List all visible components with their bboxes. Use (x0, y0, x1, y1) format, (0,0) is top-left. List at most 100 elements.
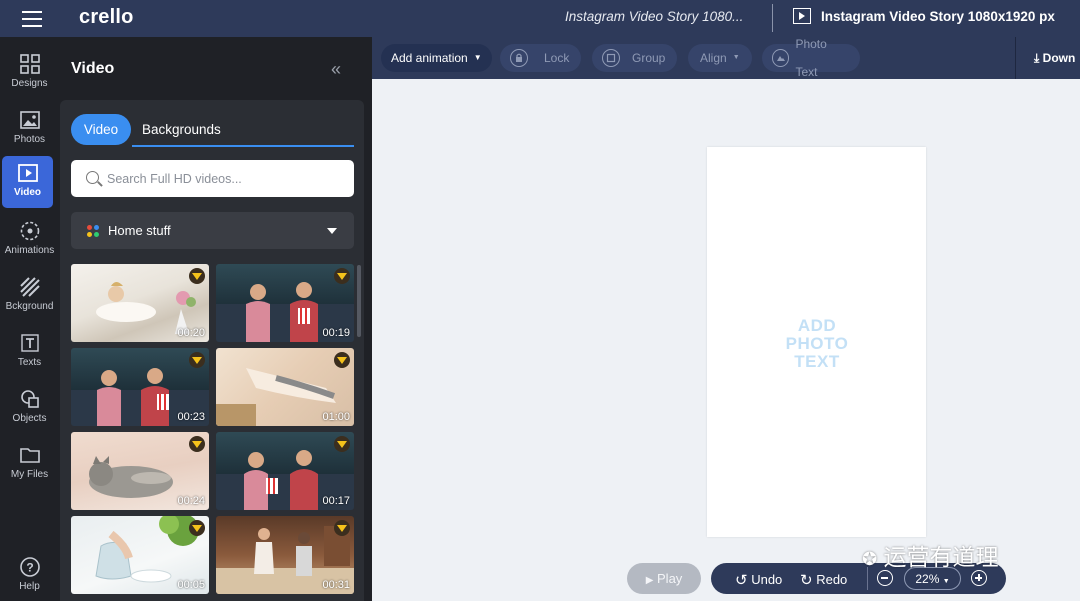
align-button[interactable]: Align ▼ (688, 44, 752, 72)
premium-icon (334, 520, 350, 536)
background-icon (19, 277, 40, 297)
video-panel: Video « Video Backgrounds Home stuff 00:… (59, 37, 372, 601)
rail-label: My Files (10, 469, 49, 480)
video-thumbnail[interactable]: 00:23 (71, 348, 209, 426)
animations-icon (20, 221, 39, 241)
video-duration: 00:20 (177, 327, 205, 339)
watermark-text: 运营有道理 (883, 544, 999, 570)
rail-item-photos[interactable]: Photos (0, 103, 59, 155)
help-icon: ? (19, 557, 40, 577)
rail-item-texts[interactable]: Texts (0, 326, 59, 378)
menu-icon[interactable] (22, 11, 42, 27)
zoom-value: 22% (915, 572, 940, 586)
designs-grid-icon (19, 54, 40, 74)
video-thumbnail[interactable]: 00:20 (71, 264, 209, 342)
left-icon-rail: Designs Photos Video Animations Bckgroun… (0, 37, 59, 601)
photo-text-label: Photo Text (795, 37, 827, 79)
tab-backgrounds[interactable]: Backgrounds (142, 122, 221, 137)
video-icon (17, 164, 38, 182)
tab-video[interactable]: Video (71, 114, 131, 145)
lock-label: Lock (544, 51, 570, 65)
objects-icon (20, 390, 39, 408)
premium-icon (189, 352, 205, 368)
rail-label: Objects (12, 413, 47, 424)
rail-label: Help (19, 581, 40, 592)
panel-scrollbar[interactable] (357, 265, 361, 337)
canvas-area: ADD PHOTO TEXT (372, 79, 1080, 601)
rail-label: Video (13, 187, 42, 198)
video-thumbnail[interactable]: 00:24 (71, 432, 209, 510)
video-duration: 00:17 (322, 495, 350, 507)
rail-item-designs[interactable]: Designs (0, 47, 59, 99)
add-animation-label: Add animation (391, 51, 468, 65)
video-format-icon (793, 8, 811, 24)
play-label: Play (657, 571, 683, 586)
redo-icon: ↻ (800, 572, 813, 589)
zoom-out-icon[interactable] (877, 570, 893, 586)
chevron-down-icon: ▼ (732, 54, 740, 61)
zoom-in-icon[interactable] (971, 570, 987, 586)
document-title[interactable]: Instagram Video Story 1080... (565, 9, 743, 24)
rail-label: Photos (13, 134, 46, 145)
undo-button[interactable]: ↺ Undo (735, 571, 782, 589)
panel-content: Video Backgrounds Home stuff 00:20 (60, 100, 364, 601)
rail-item-objects[interactable]: Objects (0, 382, 59, 434)
undo-label: Undo (751, 572, 783, 587)
redo-button[interactable]: ↻ Redo (800, 571, 847, 589)
photo-text-button[interactable]: Photo Text (762, 37, 860, 79)
top-bar: crello Instagram Video Story 1080... Ins… (0, 0, 1080, 37)
premium-icon (189, 436, 205, 452)
video-thumbnail-grid: 00:20 00:19 00:23 01:00 00:24 00:17 00:0… (71, 264, 354, 601)
rail-item-video[interactable]: Video (2, 156, 53, 208)
download-button[interactable]: ⤓ Down (1015, 37, 1080, 79)
wechat-icon: ✪ (862, 549, 878, 569)
search-input[interactable] (107, 169, 347, 189)
video-duration: 00:05 (177, 579, 205, 591)
search-icon (86, 171, 99, 184)
lock-button[interactable]: Lock (500, 44, 581, 72)
chevron-down-icon: ▼ (473, 53, 482, 62)
rail-item-animations[interactable]: Animations (0, 214, 59, 266)
rail-item-my-files[interactable]: My Files (0, 438, 59, 490)
video-thumbnail[interactable]: 00:31 (216, 516, 354, 594)
lock-icon (510, 49, 528, 67)
group-icon (602, 49, 620, 67)
format-size-text: Instagram Video Story 1080x1920 px (821, 8, 1055, 24)
download-icon: ⤓ (1034, 51, 1040, 65)
premium-icon (334, 268, 350, 284)
design-page[interactable]: ADD PHOTO TEXT (707, 147, 926, 537)
watermark: ✪ 运营有道理 (862, 538, 998, 572)
search-box[interactable] (71, 160, 354, 197)
premium-icon (334, 436, 350, 452)
video-thumbnail[interactable]: 00:19 (216, 264, 354, 342)
collapse-panel-icon[interactable]: « (331, 59, 341, 80)
rail-item-background[interactable]: Bckground (0, 270, 59, 322)
add-animation-button[interactable]: Add animation ▼ (381, 44, 492, 72)
group-button[interactable]: Group (592, 44, 677, 72)
rail-label: Designs (11, 78, 48, 89)
video-duration: 00:23 (177, 411, 205, 423)
video-duration: 00:31 (322, 579, 350, 591)
play-button[interactable]: ▶ Play (627, 563, 701, 594)
video-duration: 00:19 (322, 327, 350, 339)
video-thumbnail[interactable]: 01:00 (216, 348, 354, 426)
rail-label: Texts (17, 357, 42, 368)
chevron-down-icon: ▼ (942, 578, 950, 585)
panel-title: Video (71, 60, 115, 77)
rail-label: Bckground (5, 301, 54, 312)
category-dots-icon (87, 225, 99, 237)
rail-item-help[interactable]: ? Help (0, 550, 59, 601)
svg-text:?: ? (26, 561, 33, 575)
category-label: Home stuff (108, 223, 171, 238)
undo-icon: ↺ (735, 572, 748, 589)
app-logo[interactable]: crello (79, 6, 134, 29)
video-thumbnail[interactable]: 00:17 (216, 432, 354, 510)
text-icon (20, 334, 39, 352)
video-thumbnail[interactable]: 00:05 (71, 516, 209, 594)
tab-underline (132, 145, 354, 147)
photo-text-placeholder[interactable]: ADD PHOTO TEXT (777, 317, 857, 371)
premium-icon (189, 268, 205, 284)
photo-text-icon (772, 49, 790, 67)
category-dropdown[interactable]: Home stuff (71, 212, 354, 249)
video-duration: 00:24 (177, 495, 205, 507)
